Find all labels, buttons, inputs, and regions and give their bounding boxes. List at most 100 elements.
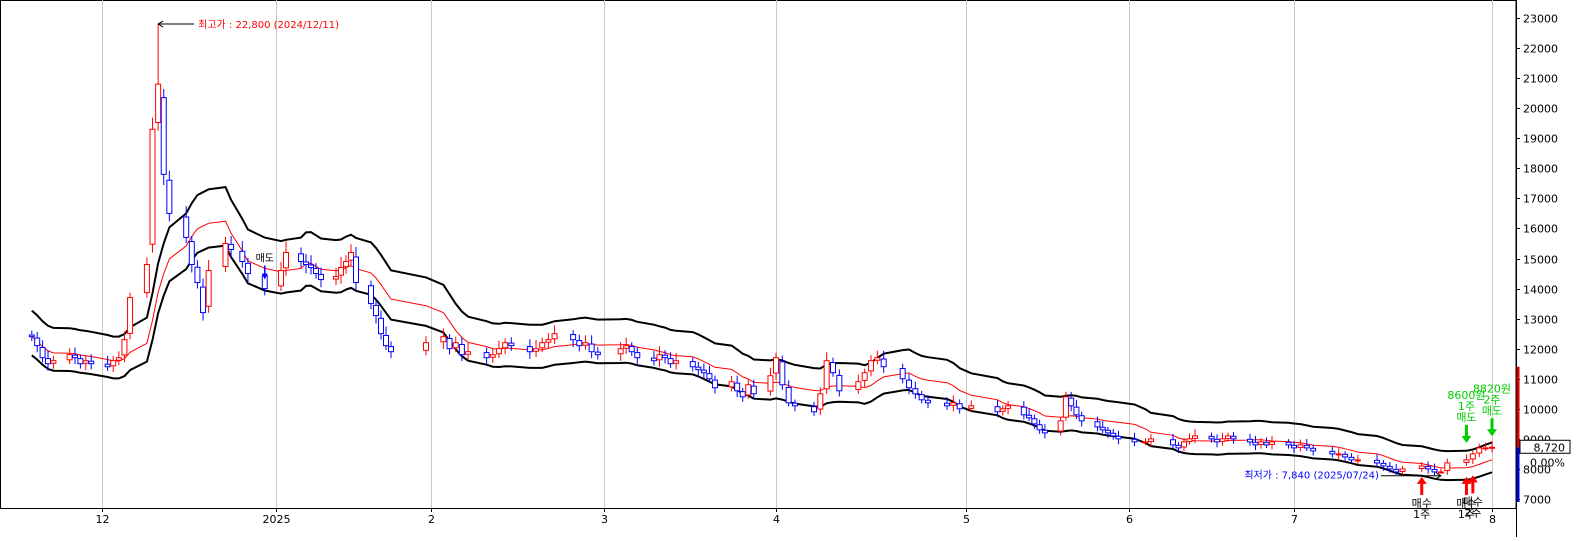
candle-body [1303,444,1310,449]
candle-body [994,406,1001,413]
candle-body [1099,426,1106,431]
sell-signal-text: 매도 [1482,404,1502,417]
candle-body [1297,444,1304,448]
y-tick-label: 22000 [1523,43,1558,56]
candle-body [1148,438,1154,442]
x-tick-label: 2 [428,513,435,526]
candle-body [34,337,41,347]
candle-body [912,388,919,395]
candle-body [378,317,384,335]
x-tick-label: 5 [963,513,970,526]
candle-body [353,256,359,284]
chart-canvas: 최고가 : 22,800 (2024/12/11) 최저가 : 7,840 (20… [0,0,1592,537]
candle-body [1269,441,1275,445]
candle-body [1170,439,1176,446]
candle-body [1175,444,1182,449]
candle-body [868,360,874,372]
candle-body [1399,468,1406,472]
candle-body [667,358,674,365]
candle-body [303,261,309,266]
y-tick-label: 10000 [1523,404,1558,417]
buy-signal-text: 1주 [1413,508,1430,521]
y-tick-label: 20000 [1523,103,1558,116]
candle-body [539,342,546,349]
candle-body [308,264,314,269]
y-tick-label: 7000 [1523,494,1551,507]
candle-body [855,381,862,390]
candle-body [446,337,453,350]
candle-body [823,360,830,390]
candle-body [906,379,912,389]
candle-body [830,362,836,374]
candle-body [551,333,558,340]
candle-body [155,83,162,123]
candle-body [1476,447,1483,454]
candle-body [1142,441,1149,444]
candle-body [1068,397,1075,407]
candle-body [662,354,669,359]
candle-body [222,242,229,267]
candle-body [104,363,111,368]
candle-body [489,354,496,358]
candle-body [1186,438,1193,442]
candle-body [423,342,429,351]
y-tick-label: 19000 [1523,133,1558,146]
candle-body [1425,465,1432,470]
y-tick-label: 23000 [1523,13,1558,26]
candle-body [1444,462,1451,472]
change-percent-label: 0.00% [1530,456,1565,469]
candle-body [861,372,868,381]
candle-body [1005,405,1012,409]
candle-body [28,334,35,338]
candle-body [918,394,925,401]
candle-body [1258,441,1264,445]
y-tick-label: 14000 [1523,284,1558,297]
candle-body [1057,420,1064,432]
candle-body [1104,429,1111,434]
candle-body [1393,468,1400,473]
candle-body [205,270,212,307]
candle-body [200,286,207,314]
candle-body [283,251,289,269]
x-tick-label: 4 [773,513,780,526]
candle-body [1230,435,1237,440]
x-tick-label: 2025 [263,513,291,526]
candle-body [739,391,746,398]
candle-body [711,379,718,389]
candle-body [1062,396,1069,418]
candle-body [836,374,843,392]
candle-body [656,354,663,361]
candle-body [767,375,774,392]
candle-body [1225,435,1231,439]
candle-body [1110,432,1117,437]
candle-body [817,393,824,410]
y-tick-label: 21000 [1523,73,1558,86]
candle-body [160,97,167,175]
candle-body [121,339,128,356]
candle-body [1469,453,1476,460]
candle-body [1285,441,1292,446]
candle-body [333,276,339,280]
candle-body [1380,462,1387,467]
other-signal-text: 매도 [256,253,274,265]
candle-body [773,357,779,374]
candle-body [570,334,577,341]
candle-body [1431,468,1438,473]
candle-body [968,405,975,409]
candle-body [143,264,150,294]
candle-body [318,273,324,281]
candle-body [1329,450,1336,455]
candle-body [792,402,798,407]
candle-body [1386,465,1393,470]
y-tick-label: 15000 [1523,254,1558,267]
candle-body [1418,465,1425,469]
stock-chart: 최고가 : 22,800 (2024/12/11) 최저가 : 7,840 (20… [0,0,1592,537]
candle-body [458,343,465,356]
x-tick-label: 3 [601,513,608,526]
candle-body [1489,446,1495,449]
candle-body [72,354,78,359]
candle-body [588,343,595,353]
candle-body [348,251,354,261]
candle-body [1342,453,1349,458]
candle-body [127,297,134,334]
